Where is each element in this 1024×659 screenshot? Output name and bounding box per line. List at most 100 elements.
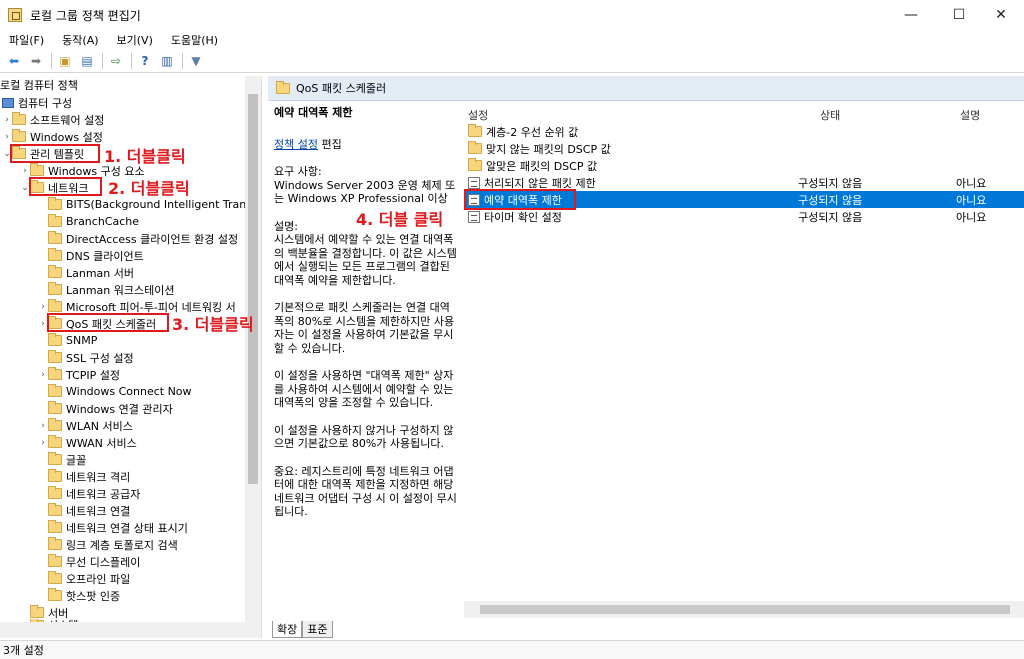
tree-network-child[interactable]: 네트워크 연결 — [38, 502, 130, 519]
chevron-right-icon[interactable]: › — [38, 421, 48, 431]
toolbar-separator — [182, 53, 183, 69]
folder-icon — [48, 350, 62, 363]
menu-file[interactable]: 파일(F) — [0, 32, 53, 48]
tree-network-child[interactable]: SNMP — [38, 332, 97, 349]
settings-list: 설정 상태 설명 계층-2 우선 순위 값 맞지 않는 패킷의 DSCP 값 알… — [356, 101, 1024, 621]
tree-software-settings[interactable]: › 소프트웨어 설정 — [2, 111, 104, 128]
chevron-right-icon[interactable]: › — [2, 132, 12, 142]
extended-description: 예약 대역폭 제한 정책 설정 편집 요구 사항: Windows Server… — [274, 106, 460, 626]
annotation-step-2: 2. 더블클릭 — [108, 179, 190, 198]
tree-label: 링크 계층 토폴로지 검색 — [66, 538, 178, 552]
tree-network-child[interactable]: 네트워크 연결 상태 표시기 — [38, 519, 188, 536]
tree-vertical-scrollbar[interactable] — [245, 76, 261, 638]
tree-network-child[interactable]: DirectAccess 클라이언트 환경 설정 — [38, 230, 238, 247]
folder-icon — [48, 588, 62, 601]
menu-help[interactable]: 도움말(H) — [162, 32, 227, 48]
help-icon[interactable]: ? — [135, 52, 155, 70]
tree-network-child[interactable]: › WWAN 서비스 — [38, 434, 137, 451]
tree-network-child[interactable]: Lanman 워크스테이션 — [38, 281, 175, 298]
tree-root[interactable]: 로컬 컴퓨터 정책 — [0, 76, 78, 93]
list-folder-item[interactable]: 맞지 않는 패킷의 DSCP 값 — [464, 140, 1024, 157]
tree-network-child[interactable]: BranchCache — [38, 213, 139, 230]
folder-icon — [48, 520, 62, 533]
folder-icon — [48, 554, 62, 567]
folder-icon — [48, 265, 62, 278]
folder-icon — [468, 158, 482, 171]
tree-network-child[interactable]: Windows Connect Now — [38, 383, 192, 400]
scroll-thumb[interactable] — [480, 605, 1010, 614]
chevron-right-icon[interactable]: › — [20, 166, 30, 176]
chevron-right-icon[interactable]: › — [2, 115, 12, 125]
folder-icon — [48, 401, 62, 414]
tree-network-child[interactable]: 오프라인 파일 — [38, 570, 130, 587]
tree-root-label: 로컬 컴퓨터 정책 — [0, 78, 78, 92]
description-paragraph: 기본적으로 패킷 스케줄러는 연결 대역폭의 80%로 시스템을 제한하지만 사… — [274, 301, 455, 355]
tree-label: Lanman 서버 — [66, 266, 135, 280]
menu-action[interactable]: 동작(A) — [53, 32, 107, 48]
tree-network-child[interactable]: 글꼴 — [38, 451, 86, 468]
chevron-right-icon[interactable]: › — [38, 438, 48, 448]
tree-network-child[interactable]: › TCPIP 설정 — [38, 366, 120, 383]
folder-icon — [48, 435, 62, 448]
tree-label: Windows 설정 — [30, 130, 103, 144]
show-hide-tree-icon[interactable]: ▤ — [77, 52, 97, 70]
toolbar-separator — [131, 53, 132, 69]
list-setting-row[interactable]: 타이머 확인 설정 구성되지 않음 아니요 — [464, 208, 1024, 225]
tree-windows-settings[interactable]: › Windows 설정 — [2, 128, 103, 145]
folder-icon — [48, 452, 62, 465]
status-bar: 3개 설정 — [0, 640, 1024, 659]
folder-icon — [48, 537, 62, 550]
chevron-right-icon[interactable]: › — [38, 370, 48, 380]
description-paragraph: 이 설정을 사용하면 "대역폭 제한" 상자를 사용하여 시스템에서 예약할 수… — [274, 369, 454, 409]
folder-icon — [468, 141, 482, 154]
maximize-button[interactable]: ☐ — [936, 0, 982, 30]
details-header: QoS 패킷 스케줄러 — [268, 76, 1024, 101]
tree-network-child[interactable]: 네트워크 격리 — [38, 468, 130, 485]
tree-network-child[interactable]: SSL 구성 설정 — [38, 349, 134, 366]
tree-computer-config[interactable]: 컴퓨터 구성 — [2, 94, 72, 111]
back-arrow-icon[interactable]: ⬅ — [4, 52, 24, 70]
chevron-right-icon[interactable]: › — [38, 302, 48, 312]
computer-icon — [2, 97, 14, 108]
tree-horizontal-scrollbar[interactable] — [0, 622, 246, 638]
properties-icon[interactable]: ▥ — [157, 52, 177, 70]
status-text: 3개 설정 — [3, 644, 44, 657]
edit-policy-link[interactable]: 정책 설정 — [274, 138, 318, 151]
setting-state: 구성되지 않음 — [798, 210, 863, 224]
description-label: 설명: — [274, 219, 298, 233]
tree-network-child[interactable]: Windows 연결 관리자 — [38, 400, 173, 417]
list-item-label: 알맞은 패킷의 DSCP 값 — [486, 159, 598, 173]
list-horizontal-scrollbar[interactable] — [464, 601, 1024, 618]
tree-label: 오프라인 파일 — [66, 572, 131, 586]
up-folder-icon[interactable]: ▣ — [55, 52, 75, 70]
tab-standard[interactable]: 표준 — [302, 621, 333, 638]
tree-label: 네트워크 격리 — [66, 470, 131, 484]
tree-network-child[interactable]: 링크 계층 토폴로지 검색 — [38, 536, 178, 553]
tree-label: 컴퓨터 구성 — [18, 96, 73, 110]
tree-label: 글꼴 — [66, 453, 87, 467]
menu-view[interactable]: 보기(V) — [108, 32, 162, 48]
minimize-button[interactable]: — — [888, 0, 934, 30]
folder-icon — [48, 571, 62, 584]
forward-arrow-icon[interactable]: ➡ — [26, 52, 46, 70]
folder-icon — [48, 503, 62, 516]
setting-note: 아니요 — [956, 176, 987, 190]
scroll-thumb[interactable] — [248, 94, 258, 484]
close-button[interactable]: ✕ — [978, 0, 1024, 30]
list-folder-item[interactable]: 알맞은 패킷의 DSCP 값 — [464, 157, 1024, 174]
tree-network-child[interactable]: 네트워크 공급자 — [38, 485, 140, 502]
folder-icon — [48, 214, 62, 227]
tree-network-child[interactable]: Lanman 서버 — [38, 264, 134, 281]
folder-icon — [276, 80, 290, 94]
tree-network-child[interactable]: 무선 디스플레이 — [38, 553, 140, 570]
tree-network-child[interactable]: › WLAN 서비스 — [38, 417, 133, 434]
toolbar-separator — [102, 53, 103, 69]
annotation-step-4: 4. 더블 클릭 — [356, 210, 444, 229]
export-list-icon[interactable]: ⇨ — [106, 52, 126, 70]
requirements-text: 요구 사항: Windows Server 2003 운영 체제 또는 Wind… — [274, 165, 456, 205]
filter-icon[interactable]: ▼ — [186, 52, 206, 70]
tab-extended[interactable]: 확장 — [272, 621, 303, 638]
list-folder-item[interactable]: 계층-2 우선 순위 값 — [464, 123, 1024, 140]
tree-network-child[interactable]: DNS 클라이언트 — [38, 247, 144, 264]
tree-network-child[interactable]: 핫스팟 인증 — [38, 587, 120, 604]
